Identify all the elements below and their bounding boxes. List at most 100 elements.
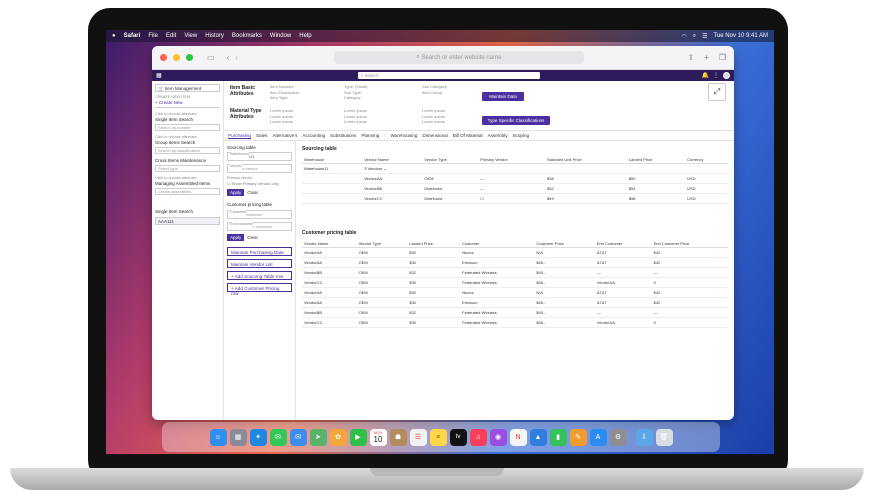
- settings-icon[interactable]: ⚙: [609, 428, 627, 446]
- table-row[interactable]: VendorBB OEM $32 Federated Wireless $45.- — —: [302, 267, 728, 278]
- notification-bell-icon[interactable]: 🔔: [702, 72, 709, 79]
- select-type-dropdown[interactable]: Select type: [155, 165, 220, 172]
- type-specific-button[interactable]: Type Specific Classifications: [482, 116, 550, 125]
- table-row[interactable]: VendorCC Distributor ☐ $49 $58 USD: [302, 193, 728, 204]
- back-icon[interactable]: ‹: [227, 53, 230, 62]
- tab-assembly[interactable]: Assembly: [488, 133, 508, 138]
- col-primary-vendor[interactable]: Primary Vendor: [478, 156, 545, 164]
- tab-alternatives[interactable]: Alternative's: [272, 133, 297, 138]
- music-icon[interactable]: ♫: [469, 428, 487, 446]
- table-row[interactable]: VendorAA OEM — $38 $50 USD: [302, 173, 728, 184]
- customer-apply-button[interactable]: Apply: [227, 234, 245, 241]
- maintain-purchasing-button[interactable]: Maintain Purchasing Data: [227, 247, 292, 256]
- primary-vendor-checkbox[interactable]: ☐: [478, 193, 545, 204]
- module-selector[interactable]: 🛒 Item Management: [155, 84, 220, 92]
- tab-warehousing[interactable]: Warehousing: [391, 133, 418, 138]
- col-warehouse[interactable]: Warehouse: [302, 156, 363, 164]
- col-currency[interactable]: Currency: [685, 156, 728, 164]
- col-end-customer-price[interactable]: End Customer Price: [651, 240, 728, 248]
- add-customer-pricing-row-button[interactable]: + Add Customer Pricing row: [227, 283, 292, 296]
- managing-assembled-toggle[interactable]: Managing Assembled Items: [155, 181, 220, 186]
- table-row[interactable]: VendorAA OEM $30 Ericsson $46.- AT&T $42: [302, 257, 728, 268]
- tab-planning[interactable]: Planning: [361, 133, 379, 138]
- contacts-icon[interactable]: ☗: [389, 428, 407, 446]
- menu-edit[interactable]: Edit: [166, 33, 176, 39]
- sourcing-apply-button[interactable]: Apply: [227, 189, 245, 196]
- selected-item-row[interactable]: AAA111: [155, 217, 220, 225]
- more-options-icon[interactable]: ⋮: [713, 72, 719, 79]
- launchpad-icon[interactable]: ▦: [229, 428, 247, 446]
- sidebar-toggle-icon[interactable]: ▭: [207, 53, 215, 62]
- mail-icon[interactable]: ✉: [289, 428, 307, 446]
- app-search-input[interactable]: ⌕ Search: [357, 72, 540, 79]
- tab-scoping[interactable]: Scoping: [513, 133, 530, 138]
- photos-icon[interactable]: ✿: [329, 428, 347, 446]
- new-tab-icon[interactable]: +: [704, 53, 709, 62]
- menubar-clock[interactable]: Tue Nov 10 9:41 AM: [714, 33, 768, 40]
- maintain-data-button[interactable]: Maintain Data: [482, 92, 524, 101]
- col-vendor-name[interactable]: Vendor Name: [302, 240, 357, 248]
- col-vendor-type[interactable]: Vendor Type: [422, 156, 479, 164]
- menu-safari[interactable]: Safari: [124, 33, 141, 39]
- show-primary-checkbox[interactable]: ☐ Show Primary Vendor only: [227, 181, 292, 186]
- facetime-icon[interactable]: ▶: [349, 428, 367, 446]
- zoom-window-button[interactable]: [186, 54, 193, 61]
- table-row[interactable]: VendorCC OEM $30 Federated Wireless $45.- Ven…: [302, 277, 728, 288]
- add-sourcing-row-button[interactable]: + Add Sourcing Table row: [227, 271, 292, 280]
- group-items-search-toggle[interactable]: Group Items Search: [155, 140, 220, 145]
- menu-window[interactable]: Window: [270, 33, 291, 39]
- close-window-button[interactable]: [160, 54, 167, 61]
- table-row[interactable]: Warehouse11 3 Vendors ⌄: [302, 163, 728, 174]
- keynote-icon[interactable]: ▲: [529, 428, 547, 446]
- share-icon[interactable]: ⇪: [687, 53, 694, 62]
- end-customer-select[interactable]: End customer Select an end customer: [227, 220, 292, 231]
- customer-clear-button[interactable]: Clear: [247, 235, 258, 240]
- tab-accounting[interactable]: Accounting: [302, 133, 325, 138]
- finder-icon[interactable]: ☺: [209, 428, 227, 446]
- numbers-icon[interactable]: ▮: [549, 428, 567, 446]
- expand-icon[interactable]: ⤢: [708, 83, 726, 101]
- tab-sales[interactable]: Sales: [256, 133, 268, 138]
- notes-icon[interactable]: ≡: [429, 428, 447, 446]
- vendor-select[interactable]: Vendor Select a vendor: [227, 162, 292, 173]
- col-customer-price[interactable]: Customer Price: [534, 240, 595, 248]
- table-row[interactable]: VendorAA OEM $30 Ericsson $46.- AT&T $42: [302, 297, 728, 308]
- col-vendor-type[interactable]: Vendor Type: [356, 240, 408, 248]
- minimize-window-button[interactable]: [173, 54, 180, 61]
- menu-bookmarks[interactable]: Bookmarks: [232, 33, 262, 39]
- table-row[interactable]: VendorAA OEM $30 Nexus N/A AT&T $42: [302, 247, 728, 258]
- forward-icon[interactable]: ›: [235, 53, 238, 62]
- tab-overview-icon[interactable]: ❐: [719, 53, 726, 62]
- table-row[interactable]: VendorCC OEM $30 Federated Wireless $45.- Ven…: [302, 317, 728, 328]
- url-bar[interactable]: ⌕ Search or enter website name: [333, 51, 584, 64]
- maps-icon[interactable]: ➤: [309, 428, 327, 446]
- create-new-link[interactable]: + Create New: [155, 100, 220, 108]
- tab-dimensional[interactable]: Dimensional: [422, 133, 447, 138]
- menu-view[interactable]: View: [184, 33, 197, 39]
- trash-icon[interactable]: 🗑: [655, 428, 673, 446]
- search-by-classification-input[interactable]: Search by classification: [155, 147, 220, 154]
- sourcing-clear-button[interactable]: Clear: [247, 190, 258, 195]
- reminders-icon[interactable]: ☰: [409, 428, 427, 446]
- search-by-number-input[interactable]: Search by number: [155, 124, 220, 131]
- col-vendor-name[interactable]: Vendor Name: [362, 156, 423, 164]
- pages-icon[interactable]: ✎: [569, 428, 587, 446]
- col-customer[interactable]: Customer: [460, 240, 535, 248]
- apple-icon[interactable]: ●: [112, 33, 116, 39]
- single-item-search-toggle[interactable]: Single Item Search: [155, 117, 220, 122]
- menu-file[interactable]: File: [148, 33, 158, 39]
- menu-help[interactable]: Help: [299, 33, 311, 39]
- table-row[interactable]: VendorBB Distributor — $52 $54 USD: [302, 183, 728, 194]
- vendor-count-dropdown[interactable]: 3 Vendors ⌄: [362, 163, 423, 174]
- menu-history[interactable]: History: [205, 33, 224, 39]
- podcasts-icon[interactable]: ◉: [489, 428, 507, 446]
- app-grid-icon[interactable]: ▦: [156, 72, 162, 79]
- search-icon[interactable]: ⌕: [693, 33, 696, 40]
- tab-bill-of-material[interactable]: Bill Of Material: [453, 133, 483, 138]
- messages-icon[interactable]: ✉: [269, 428, 287, 446]
- customer-select[interactable]: Customer Select a customer: [227, 208, 292, 219]
- safari-icon[interactable]: ✦: [249, 428, 267, 446]
- tab-substitutions[interactable]: Substitutions: [330, 133, 356, 138]
- tab-purchasing[interactable]: Purchasing: [228, 133, 251, 139]
- appletv-icon[interactable]: tv: [449, 428, 467, 446]
